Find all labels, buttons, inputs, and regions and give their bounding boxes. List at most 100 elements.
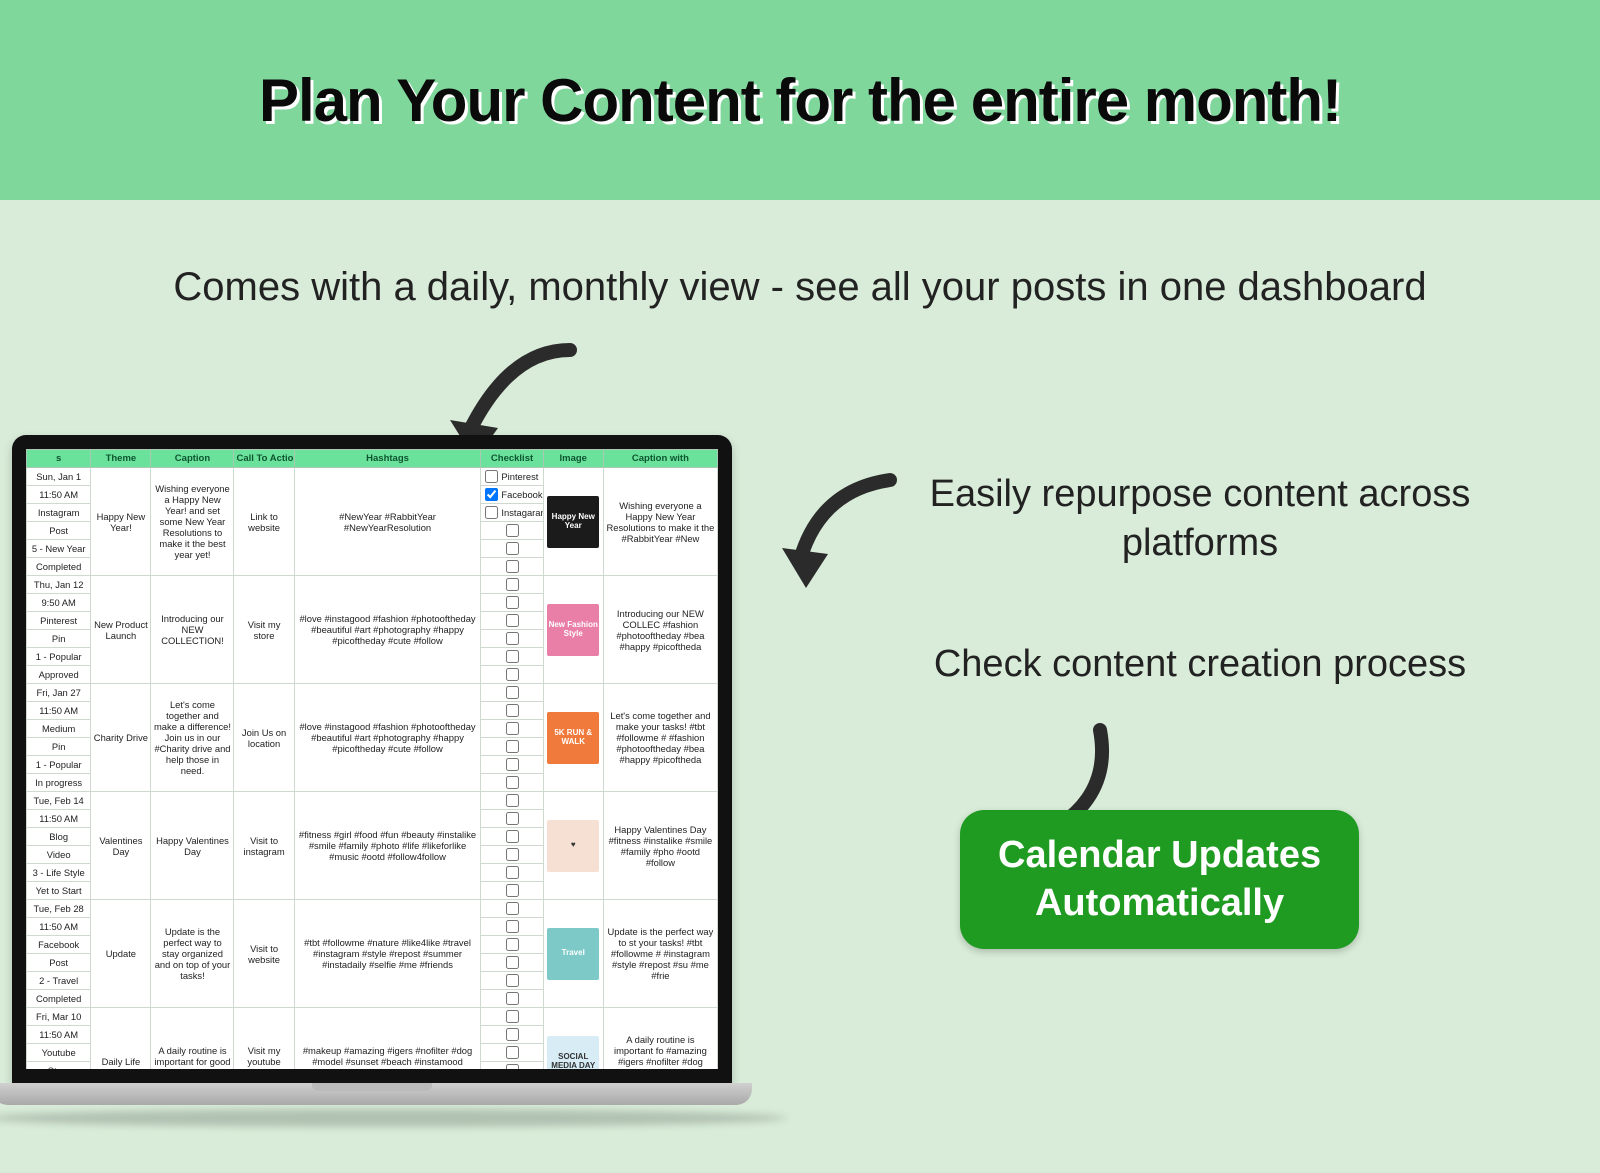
meta-cell[interactable]: Fri, Jan 27 bbox=[27, 684, 91, 702]
checklist-cell[interactable] bbox=[481, 1044, 543, 1062]
checklist-cell[interactable] bbox=[481, 558, 543, 576]
meta-cell[interactable]: 11:50 AM bbox=[27, 702, 91, 720]
checklist-cell[interactable] bbox=[481, 810, 543, 828]
meta-cell[interactable]: 11:50 AM bbox=[27, 810, 91, 828]
checklist-checkbox[interactable] bbox=[506, 974, 519, 987]
meta-cell[interactable]: 9:50 AM bbox=[27, 594, 91, 612]
checklist-cell[interactable] bbox=[481, 594, 543, 612]
checklist-cell[interactable] bbox=[481, 990, 543, 1008]
checklist-checkbox[interactable] bbox=[485, 470, 498, 483]
checklist-cell[interactable] bbox=[481, 828, 543, 846]
meta-cell[interactable]: Thu, Jan 12 bbox=[27, 576, 91, 594]
checklist-checkbox[interactable] bbox=[506, 776, 519, 789]
checklist-cell[interactable]: Facebook bbox=[481, 486, 543, 504]
meta-cell[interactable]: Fri, Mar 10 bbox=[27, 1008, 91, 1026]
checklist-checkbox[interactable] bbox=[506, 848, 519, 861]
checklist-checkbox[interactable] bbox=[485, 488, 498, 501]
meta-cell[interactable]: Blog bbox=[27, 828, 91, 846]
meta-cell[interactable]: Story bbox=[27, 1062, 91, 1070]
meta-cell[interactable]: Approved bbox=[27, 666, 91, 684]
checklist-cell[interactable] bbox=[481, 972, 543, 990]
checklist-cell[interactable] bbox=[481, 846, 543, 864]
meta-cell[interactable]: Completed bbox=[27, 990, 91, 1008]
checklist-checkbox[interactable] bbox=[506, 794, 519, 807]
meta-cell[interactable]: 1 - Popular bbox=[27, 756, 91, 774]
meta-cell[interactable]: Pin bbox=[27, 630, 91, 648]
checklist-cell[interactable] bbox=[481, 720, 543, 738]
checklist-checkbox[interactable] bbox=[506, 632, 519, 645]
checklist-cell[interactable] bbox=[481, 864, 543, 882]
checklist-checkbox[interactable] bbox=[506, 902, 519, 915]
checklist-checkbox[interactable] bbox=[506, 812, 519, 825]
meta-cell[interactable]: 2 - Travel bbox=[27, 972, 91, 990]
checklist-cell[interactable]: Instagaram bbox=[481, 504, 543, 522]
checklist-cell[interactable] bbox=[481, 900, 543, 918]
checklist-checkbox[interactable] bbox=[506, 596, 519, 609]
checklist-cell[interactable] bbox=[481, 756, 543, 774]
checklist-cell[interactable] bbox=[481, 738, 543, 756]
checklist-checkbox[interactable] bbox=[506, 740, 519, 753]
checklist-cell[interactable] bbox=[481, 882, 543, 900]
meta-cell[interactable]: Post bbox=[27, 522, 91, 540]
checklist-checkbox[interactable] bbox=[506, 992, 519, 1005]
checklist-checkbox[interactable] bbox=[506, 542, 519, 555]
meta-cell[interactable]: Pin bbox=[27, 738, 91, 756]
checklist-checkbox[interactable] bbox=[506, 524, 519, 537]
meta-cell[interactable]: 5 - New Year bbox=[27, 540, 91, 558]
checklist-checkbox[interactable] bbox=[506, 1064, 519, 1069]
checklist-checkbox[interactable] bbox=[506, 650, 519, 663]
meta-cell[interactable]: 11:50 AM bbox=[27, 1026, 91, 1044]
checklist-checkbox[interactable] bbox=[506, 938, 519, 951]
checklist-cell[interactable] bbox=[481, 666, 543, 684]
checklist-cell[interactable] bbox=[481, 684, 543, 702]
checklist-checkbox[interactable] bbox=[506, 1028, 519, 1041]
checklist-cell[interactable] bbox=[481, 540, 543, 558]
checklist-cell[interactable] bbox=[481, 1026, 543, 1044]
checklist-checkbox[interactable] bbox=[506, 578, 519, 591]
checklist-checkbox[interactable] bbox=[506, 614, 519, 627]
checklist-cell[interactable] bbox=[481, 630, 543, 648]
checklist-cell[interactable] bbox=[481, 918, 543, 936]
checklist-checkbox[interactable] bbox=[506, 704, 519, 717]
meta-cell[interactable]: Tue, Feb 28 bbox=[27, 900, 91, 918]
checklist-cell[interactable] bbox=[481, 936, 543, 954]
checklist-checkbox[interactable] bbox=[506, 1010, 519, 1023]
meta-cell[interactable]: Facebook bbox=[27, 936, 91, 954]
checklist-cell[interactable] bbox=[481, 612, 543, 630]
checklist-cell[interactable] bbox=[481, 648, 543, 666]
checklist-checkbox[interactable] bbox=[506, 722, 519, 735]
meta-cell[interactable]: Youtube bbox=[27, 1044, 91, 1062]
checklist-checkbox[interactable] bbox=[506, 884, 519, 897]
meta-cell[interactable]: Sun, Jan 1 bbox=[27, 468, 91, 486]
checklist-checkbox[interactable] bbox=[506, 668, 519, 681]
checklist-cell[interactable] bbox=[481, 774, 543, 792]
meta-cell[interactable]: Tue, Feb 14 bbox=[27, 792, 91, 810]
checklist-checkbox[interactable] bbox=[506, 758, 519, 771]
checklist-checkbox[interactable] bbox=[506, 920, 519, 933]
meta-cell[interactable]: Instagram bbox=[27, 504, 91, 522]
checklist-checkbox[interactable] bbox=[506, 956, 519, 969]
meta-cell[interactable]: 11:50 AM bbox=[27, 486, 91, 504]
checklist-cell[interactable] bbox=[481, 522, 543, 540]
checklist-cell[interactable] bbox=[481, 576, 543, 594]
checklist-checkbox[interactable] bbox=[506, 560, 519, 573]
checklist-checkbox[interactable] bbox=[485, 506, 498, 519]
checklist-checkbox[interactable] bbox=[506, 866, 519, 879]
meta-cell[interactable]: 11:50 AM bbox=[27, 918, 91, 936]
checklist-checkbox[interactable] bbox=[506, 686, 519, 699]
meta-cell[interactable]: In progress bbox=[27, 774, 91, 792]
checklist-cell[interactable] bbox=[481, 792, 543, 810]
checklist-cell[interactable] bbox=[481, 702, 543, 720]
checklist-checkbox[interactable] bbox=[506, 830, 519, 843]
meta-cell[interactable]: Video bbox=[27, 846, 91, 864]
checklist-cell[interactable] bbox=[481, 954, 543, 972]
meta-cell[interactable]: Yet to Start bbox=[27, 882, 91, 900]
meta-cell[interactable]: Completed bbox=[27, 558, 91, 576]
meta-cell[interactable]: 3 - Life Style bbox=[27, 864, 91, 882]
checklist-cell[interactable] bbox=[481, 1062, 543, 1070]
checklist-cell[interactable]: Pinterest bbox=[481, 468, 543, 486]
checklist-cell[interactable] bbox=[481, 1008, 543, 1026]
meta-cell[interactable]: Post bbox=[27, 954, 91, 972]
meta-cell[interactable]: Medium bbox=[27, 720, 91, 738]
meta-cell[interactable]: Pinterest bbox=[27, 612, 91, 630]
